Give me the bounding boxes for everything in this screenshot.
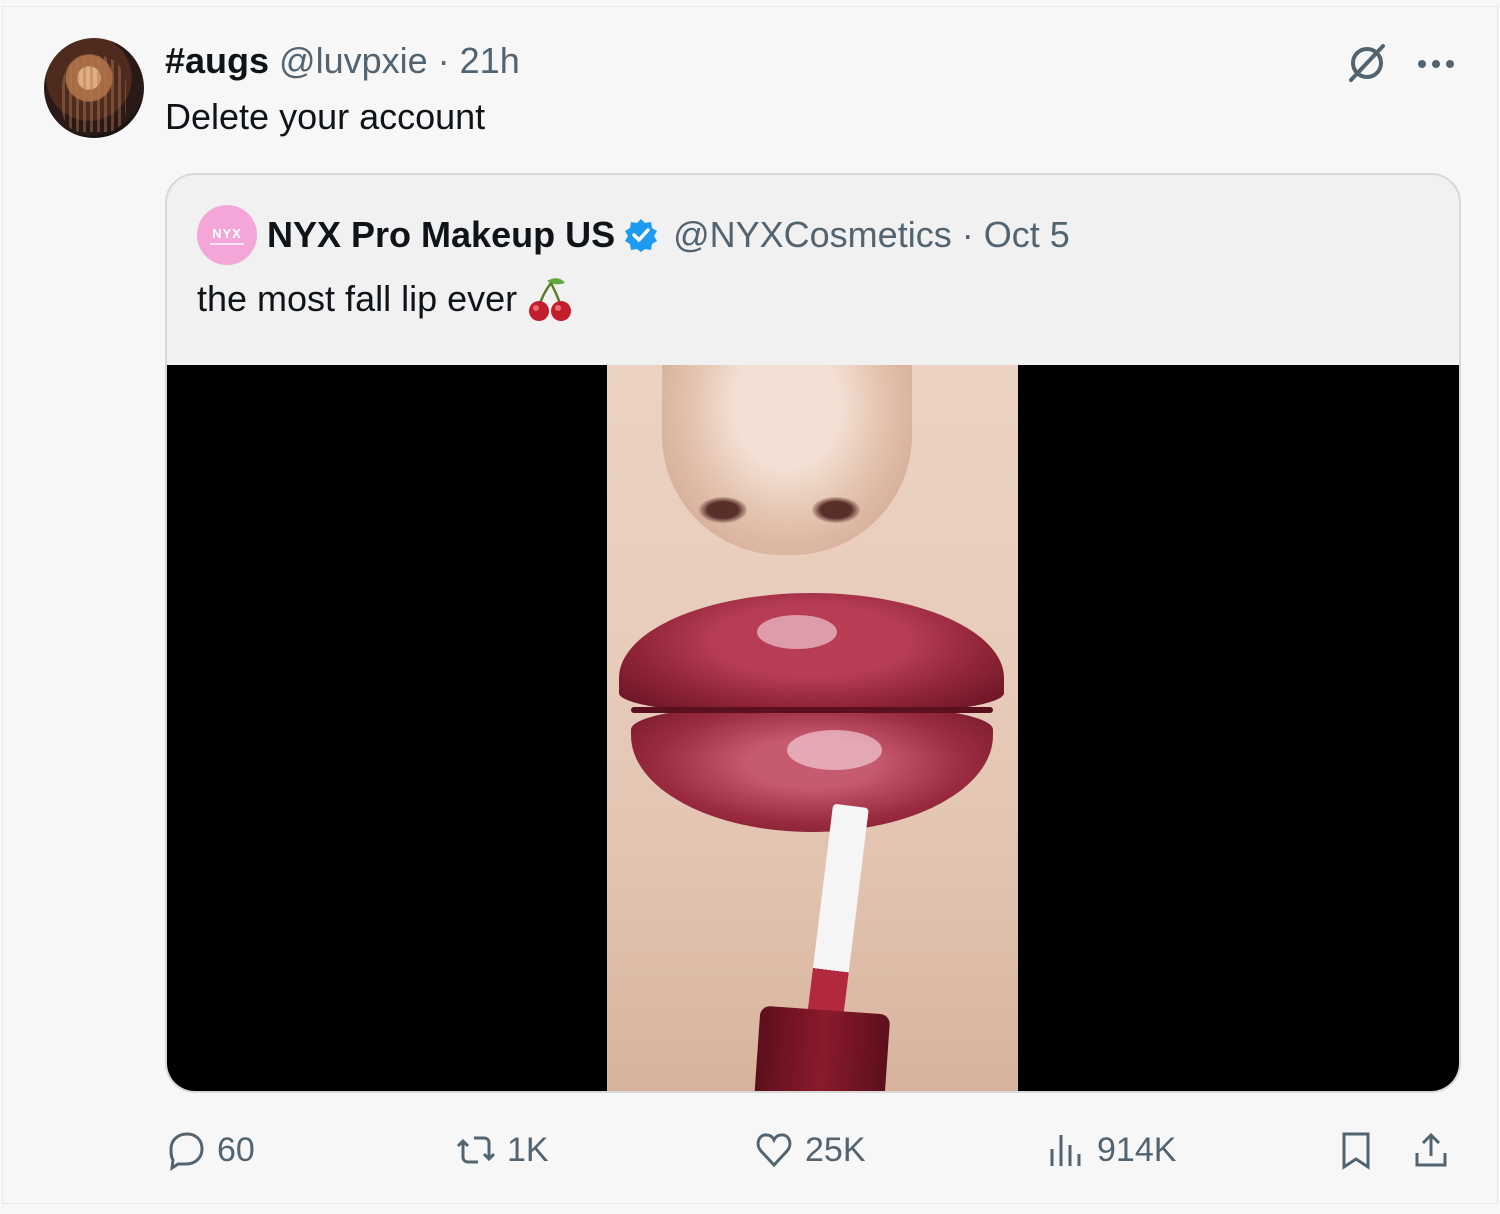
more-dots-icon[interactable]: [1414, 44, 1458, 84]
like-button[interactable]: 25K: [753, 1120, 866, 1180]
views-button[interactable]: 914K: [1045, 1120, 1176, 1180]
quoted-tweet-card[interactable]: NYX NYX Pro Makeup US @NYXCosmetics · Oc…: [165, 173, 1461, 1093]
nyx-logo: NYX: [212, 225, 242, 241]
user-avatar[interactable]: [44, 38, 144, 138]
repost-count: 1K: [507, 1130, 549, 1169]
reply-icon: [169, 1132, 204, 1171]
lip-shine-bottom: [787, 730, 882, 770]
bookmark-button[interactable]: [1335, 1120, 1377, 1180]
quoted-tweet-header: NYX NYX Pro Makeup US @NYXCosmetics · Oc…: [197, 205, 1080, 265]
views-count: 914K: [1097, 1130, 1177, 1169]
grok-icon[interactable]: [1344, 40, 1390, 86]
quoted-tweet-text-row: the most fall lip ever: [197, 275, 575, 323]
tweet-actions: 60 1K 25K 914K: [165, 1120, 1460, 1180]
quoted-display-name[interactable]: NYX Pro Makeup US: [267, 214, 615, 256]
nyx-logo-underline: [210, 242, 244, 245]
lipgloss-cap: [753, 1005, 891, 1091]
separator-dot: ·: [437, 40, 450, 81]
tweet[interactable]: #augs @luvpxie · 21h Delete your account…: [0, 0, 1500, 1214]
tweet-time[interactable]: 21h: [460, 40, 520, 82]
repost-button[interactable]: 1K: [455, 1120, 549, 1180]
quoted-date[interactable]: Oct 5: [984, 214, 1070, 256]
cherry-icon: [529, 278, 572, 321]
upper-lip: [619, 593, 1004, 713]
share-button[interactable]: [1410, 1120, 1452, 1180]
share-icon: [1415, 1132, 1447, 1167]
nose-shape: [662, 365, 912, 555]
tweet-header: #augs @luvpxie · 21h: [165, 40, 520, 84]
nostril-left: [699, 497, 747, 523]
bookmark-icon: [1342, 1132, 1370, 1170]
repost-icon: [456, 1136, 496, 1164]
nyx-avatar[interactable]: NYX: [197, 205, 257, 265]
like-count: 25K: [805, 1130, 866, 1169]
tweet-text: Delete your account: [165, 96, 486, 137]
verified-badge-icon: [625, 219, 658, 252]
quoted-handle[interactable]: @NYXCosmetics: [673, 214, 952, 256]
reply-count: 60: [217, 1130, 255, 1169]
lip-line: [631, 707, 993, 713]
video-thumbnail[interactable]: [167, 365, 1459, 1091]
lower-lip: [631, 707, 993, 832]
like-icon: [756, 1133, 792, 1168]
video-frame: [607, 365, 1018, 1091]
quoted-separator-dot: ·: [961, 214, 974, 255]
lipgloss-wand: [805, 803, 869, 1037]
nostril-right: [812, 497, 860, 523]
display-name[interactable]: #augs: [165, 40, 269, 82]
views-icon: [1050, 1135, 1081, 1166]
lip-shine-top: [757, 615, 837, 649]
user-handle[interactable]: @luvpxie: [279, 40, 428, 82]
quoted-tweet-text: the most fall lip ever: [197, 278, 518, 319]
reply-button[interactable]: 60: [165, 1120, 255, 1180]
